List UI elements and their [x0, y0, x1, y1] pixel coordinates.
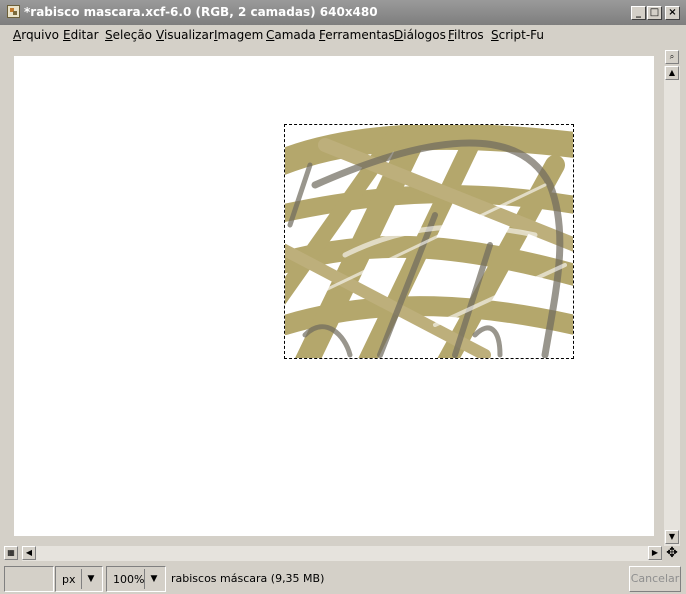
chevron-down-icon[interactable]: ▼	[144, 569, 163, 589]
horizontal-scrollbar[interactable]: ◀ ▶	[22, 546, 662, 561]
pointer-coordinates	[4, 566, 54, 592]
scroll-right-button[interactable]: ▶	[648, 546, 662, 560]
window-title: *rabisco mascara.xcf-6.0 (RGB, 2 camadas…	[24, 5, 378, 19]
menu-selecao[interactable]: Seleção	[105, 28, 152, 42]
status-message: rabiscos máscara (9,35 MB)	[171, 572, 325, 585]
gimp-image-icon[interactable]	[7, 5, 20, 18]
vertical-scrollbar[interactable]: ▲ ▼	[664, 66, 680, 546]
menu-visualizar[interactable]: Visualizar	[156, 28, 214, 42]
title-bar: *rabisco mascara.xcf-6.0 (RGB, 2 camadas…	[0, 0, 686, 25]
arrow-up-icon: ▲	[668, 68, 676, 77]
unit-select[interactable]: px ▼	[55, 566, 103, 592]
minimize-icon: _	[636, 7, 641, 18]
close-button[interactable]: ×	[665, 6, 680, 20]
arrow-left-icon: ◀	[25, 548, 33, 557]
zoom-value: 100%	[113, 573, 145, 586]
status-bar: px ▼ 100% ▼ rabiscos máscara (9,35 MB) C…	[0, 562, 686, 594]
menu-dialogos[interactable]: Diálogos	[394, 28, 446, 42]
minimize-button[interactable]: _	[631, 6, 646, 20]
magnifier-icon: ⌕	[669, 52, 675, 61]
layer-scribble[interactable]	[284, 124, 574, 359]
scroll-left-button[interactable]: ◀	[22, 546, 36, 560]
menu-arquivo[interactable]: Arquivo	[13, 28, 59, 42]
scroll-up-button[interactable]: ▲	[665, 66, 679, 80]
menu-bar: Arquivo Editar Seleção Visualizar Imagem…	[0, 25, 686, 45]
arrow-down-icon: ▼	[668, 532, 676, 541]
menu-filtros[interactable]: Filtros	[448, 28, 484, 42]
menu-ferramentas[interactable]: Ferramentas	[319, 28, 395, 42]
zoom-button[interactable]: ⌕	[665, 50, 679, 64]
quick-mask-icon: ▦	[7, 548, 15, 557]
navigate-button[interactable]: ✥	[663, 546, 681, 562]
menu-camada[interactable]: Camada	[266, 28, 316, 42]
maximize-button[interactable]: □	[647, 6, 662, 20]
chevron-down-icon[interactable]: ▼	[81, 569, 100, 589]
navigate-icon: ✥	[666, 545, 678, 561]
cancel-button[interactable]: Cancelar	[629, 566, 681, 592]
menu-imagem[interactable]: Imagem	[214, 28, 263, 42]
scroll-down-button[interactable]: ▼	[665, 530, 679, 544]
menu-editar[interactable]: Editar	[63, 28, 99, 42]
menu-script-fu[interactable]: Script-Fu	[491, 28, 544, 42]
unit-value: px	[62, 573, 76, 586]
scribble-strokes	[285, 125, 573, 358]
zoom-select[interactable]: 100% ▼	[106, 566, 166, 592]
quick-mask-button[interactable]: ▦	[4, 546, 18, 560]
maximize-icon: □	[649, 7, 660, 18]
close-icon: ×	[668, 7, 677, 18]
arrow-right-icon: ▶	[651, 548, 659, 557]
